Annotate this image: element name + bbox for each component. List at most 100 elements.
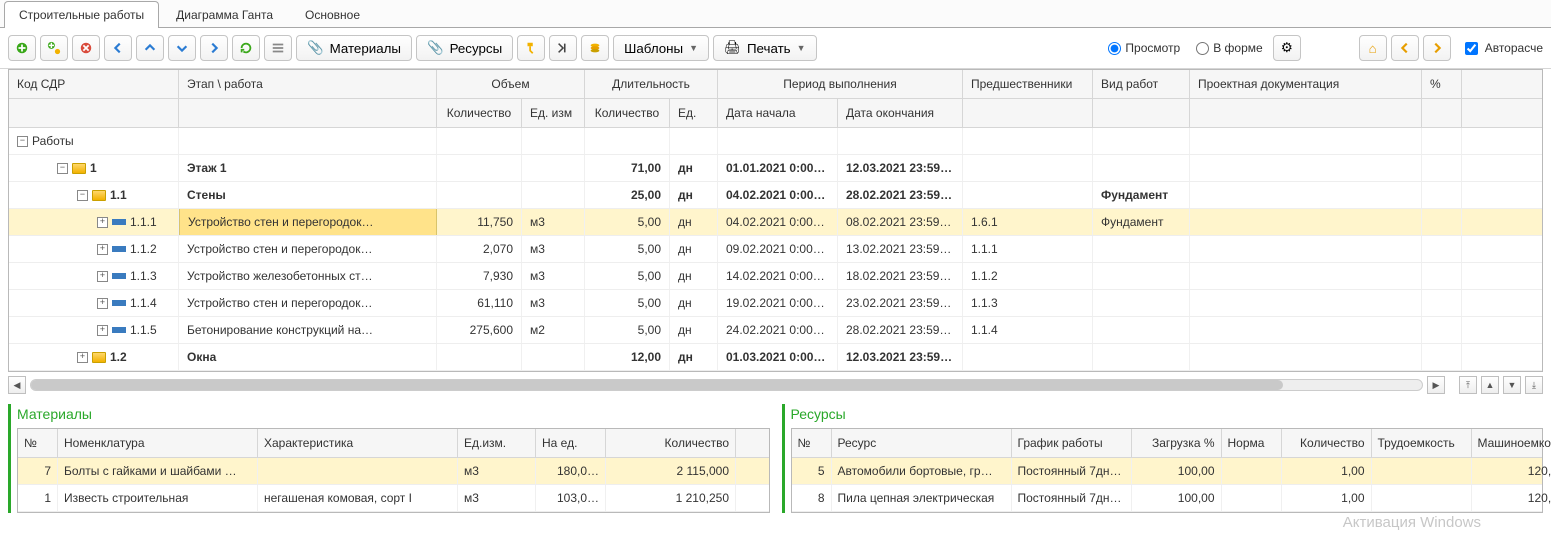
expand-icon[interactable]: + xyxy=(97,271,108,282)
view-form-input[interactable] xyxy=(1196,42,1209,55)
view-form-radio[interactable]: В форме xyxy=(1196,41,1262,55)
name-cell: Этаж 1 xyxy=(179,155,437,181)
grid-row[interactable]: +1.1.2 Устройство стен и перегородок… 2,… xyxy=(9,236,1542,263)
grid-row[interactable]: +1.1.3 Устройство железобетонных ст… 7,9… xyxy=(9,263,1542,290)
grid-row[interactable]: −1.1 Стены 25,00 дн 04.02.2021 0:00… 28.… xyxy=(9,182,1542,209)
m-col-char[interactable]: Характеристика xyxy=(258,429,458,457)
col-volume[interactable]: Объем xyxy=(437,70,585,98)
grid-row[interactable]: −1 Этаж 1 71,00 дн 01.01.2021 0:00… 12.0… xyxy=(9,155,1542,182)
r-col-norm[interactable]: Норма xyxy=(1222,429,1282,457)
nav-right-button[interactable] xyxy=(1423,35,1451,61)
grid-root-row[interactable]: − Работы xyxy=(9,128,1542,155)
paint-button[interactable] xyxy=(517,35,545,61)
arrow-right-button[interactable] xyxy=(200,35,228,61)
view-preview-radio[interactable]: Просмотр xyxy=(1108,41,1180,55)
layers-button[interactable] xyxy=(581,35,609,61)
expand-icon[interactable]: + xyxy=(97,298,108,309)
list-button[interactable] xyxy=(264,35,292,61)
materials-row[interactable]: 1 Известь строительная негашеная комовая… xyxy=(18,485,769,512)
settings-button[interactable]: ⚙ xyxy=(1273,35,1301,61)
m-col-nom[interactable]: Номенклатура xyxy=(58,429,258,457)
refresh-button[interactable] xyxy=(232,35,260,61)
delete-button[interactable] xyxy=(72,35,100,61)
expand-icon[interactable]: − xyxy=(57,163,68,174)
r-col-sched[interactable]: График работы xyxy=(1012,429,1132,457)
resources-row[interactable]: 8 Пила цепная электрическая Постоянный 7… xyxy=(792,485,1543,512)
expand-icon[interactable]: + xyxy=(97,325,108,336)
add-branch-button[interactable] xyxy=(40,35,68,61)
scroll-up-button[interactable]: ▲ xyxy=(1481,376,1499,394)
col-duration[interactable]: Длительность xyxy=(585,70,718,98)
r-col-no[interactable]: № xyxy=(792,429,832,457)
col-period[interactable]: Период выполнения xyxy=(718,70,963,98)
col-docs[interactable]: Проектная документация xyxy=(1190,70,1422,98)
r-col-res[interactable]: Ресурс xyxy=(832,429,1012,457)
collapse-icon[interactable]: − xyxy=(17,136,28,147)
m-col-qty[interactable]: Количество xyxy=(606,429,736,457)
col-code[interactable]: Код СДР xyxy=(9,70,179,98)
grid-row[interactable]: +1.1.4 Устройство стен и перегородок… 61… xyxy=(9,290,1542,317)
resources-row[interactable]: 5 Автомобили бортовые, гр… Постоянный 7д… xyxy=(792,458,1543,485)
r-col-mach[interactable]: Машиноемкость xyxy=(1472,429,1551,457)
expand-icon[interactable]: + xyxy=(97,217,108,228)
grid-row[interactable]: +1.2 Окна 12,00 дн 01.03.2021 0:00… 12.0… xyxy=(9,344,1542,371)
horizontal-scrollbar[interactable] xyxy=(30,379,1423,391)
name-cell: Окна xyxy=(179,344,437,370)
grid-row[interactable]: +1.1.5 Бетонирование конструкций на… 275… xyxy=(9,317,1542,344)
resources-button[interactable]: 📎Ресурсы xyxy=(416,35,513,61)
col-unit[interactable]: Ед. изм xyxy=(522,99,585,127)
grid-body[interactable]: − Работы −1 Этаж 1 71,00 дн 01.01.2021 0… xyxy=(9,128,1542,371)
templates-dropdown[interactable]: Шаблоны▼ xyxy=(613,35,709,61)
col-predecessors[interactable]: Предшественники xyxy=(963,70,1093,98)
add-button[interactable] xyxy=(8,35,36,61)
r-col-labor[interactable]: Трудоемкость xyxy=(1372,429,1472,457)
col-unit2[interactable]: Ед. xyxy=(670,99,718,127)
resources-grid[interactable]: № Ресурс График работы Загрузка % Норма … xyxy=(791,428,1544,513)
m-col-unit[interactable]: Ед.изм. xyxy=(458,429,536,457)
expand-icon[interactable]: − xyxy=(77,190,88,201)
autocalc-input[interactable] xyxy=(1465,42,1478,55)
tab-gantt[interactable]: Диаграмма Ганта xyxy=(161,1,288,28)
arrow-left-button[interactable] xyxy=(104,35,132,61)
m-unit: м3 xyxy=(458,458,536,484)
date-end-cell: 28.02.2021 23:59… xyxy=(838,182,963,208)
materials-row[interactable]: 7 Болты с гайками и шайбами … м3 180,0… … xyxy=(18,458,769,485)
col-work-type[interactable]: Вид работ xyxy=(1093,70,1190,98)
col-qty2[interactable]: Количество xyxy=(585,99,670,127)
grid-row[interactable]: +1.1.1 Устройство стен и перегородок… 11… xyxy=(9,209,1542,236)
tab-works[interactable]: Строительные работы xyxy=(4,1,159,28)
date-end-cell: 08.02.2021 23:59… xyxy=(838,209,963,235)
autocalc-checkbox[interactable]: Авторасче xyxy=(1461,39,1543,58)
date-start-cell: 04.02.2021 0:00… xyxy=(718,182,838,208)
arrow-down-button[interactable] xyxy=(168,35,196,61)
arrow-up-button[interactable] xyxy=(136,35,164,61)
expand-icon[interactable]: + xyxy=(97,244,108,255)
view-preview-input[interactable] xyxy=(1108,42,1121,55)
goto-end-button[interactable] xyxy=(549,35,577,61)
tab-main[interactable]: Основное xyxy=(290,1,375,28)
scroll-thumb[interactable] xyxy=(31,380,1283,390)
print-dropdown[interactable]: 🖨Печать▼ xyxy=(713,35,817,61)
m-col-per[interactable]: На ед. xyxy=(536,429,606,457)
col-date-end[interactable]: Дата окончания xyxy=(838,99,963,127)
nav-left-button[interactable] xyxy=(1391,35,1419,61)
expand-icon[interactable]: + xyxy=(77,352,88,363)
scroll-right-button[interactable]: ▶ xyxy=(1427,376,1445,394)
materials-button[interactable]: 📎Материалы xyxy=(296,35,412,61)
name-cell: Бетонирование конструкций на… xyxy=(179,317,437,343)
scroll-left-button[interactable]: ◀ xyxy=(8,376,26,394)
work-type-cell xyxy=(1093,290,1190,316)
col-percent[interactable]: % xyxy=(1422,70,1462,98)
home-button[interactable]: ⌂ xyxy=(1359,35,1387,61)
scroll-top-button[interactable]: ⤒ xyxy=(1459,376,1477,394)
scroll-down-button[interactable]: ▼ xyxy=(1503,376,1521,394)
r-col-qty[interactable]: Количество xyxy=(1282,429,1372,457)
materials-grid[interactable]: № Номенклатура Характеристика Ед.изм. На… xyxy=(17,428,770,513)
m-col-no[interactable]: № xyxy=(18,429,58,457)
r-col-load[interactable]: Загрузка % xyxy=(1132,429,1222,457)
r-no: 8 xyxy=(792,485,832,511)
scroll-bottom-button[interactable]: ⤓ xyxy=(1525,376,1543,394)
col-qty[interactable]: Количество xyxy=(437,99,522,127)
col-stage[interactable]: Этап \ работа xyxy=(179,70,437,98)
col-date-start[interactable]: Дата начала xyxy=(718,99,838,127)
